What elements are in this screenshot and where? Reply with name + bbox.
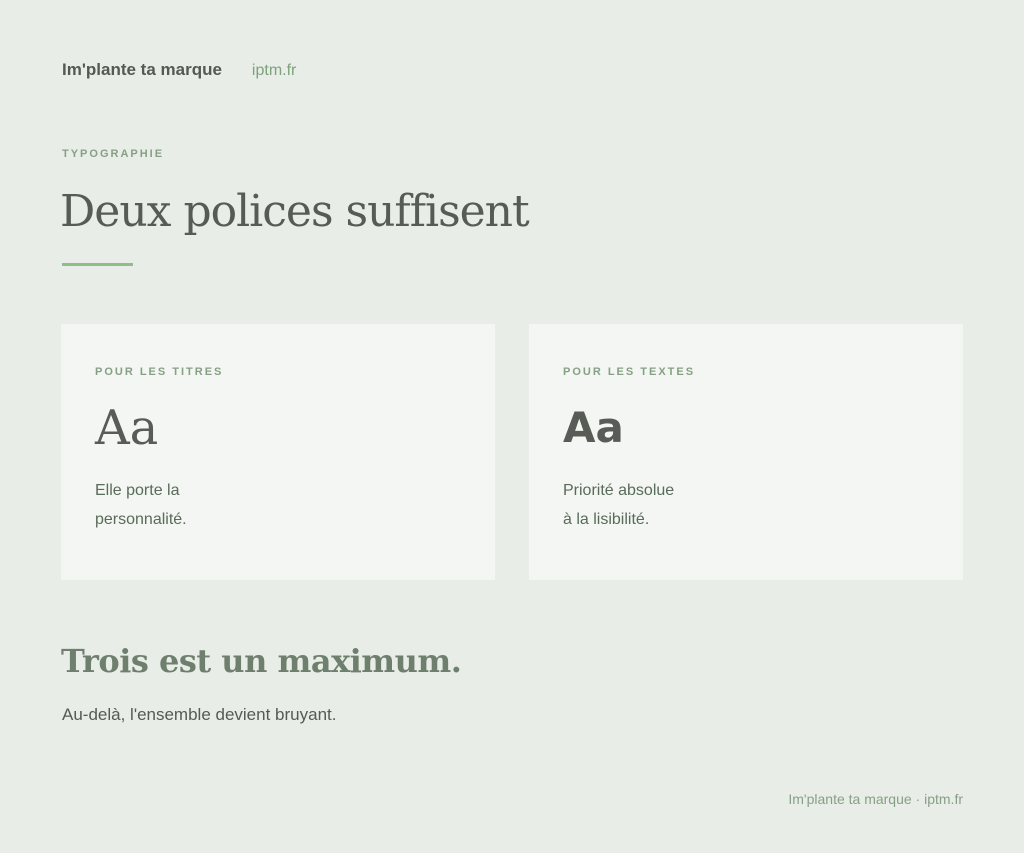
brand-name: Im'plante ta marque xyxy=(62,60,222,79)
card-description-line: Priorité absolue xyxy=(563,482,675,499)
card-description-line: personnalité. xyxy=(95,511,187,528)
card-description-line: Elle porte la xyxy=(95,482,180,499)
card-description: Priorité absolue à la lisibilité. xyxy=(563,476,723,534)
card-texts-font: POUR LES TEXTES Aa Priorité absolue à la… xyxy=(529,324,963,580)
header: Im'plante ta marque iptm.fr xyxy=(62,60,296,80)
closing-headline: Trois est un maximum. xyxy=(61,642,462,680)
accent-divider xyxy=(62,263,133,266)
font-sample-sans: Aa xyxy=(563,403,624,452)
card-titles-font: POUR LES TITRES Aa Elle porte la personn… xyxy=(61,324,495,580)
section-eyebrow: TYPOGRAPHIE xyxy=(62,148,165,160)
card-description-line: à la lisibilité. xyxy=(563,511,650,528)
font-sample-serif: Aa xyxy=(95,400,159,456)
card-label: POUR LES TITRES xyxy=(95,366,224,378)
card-label: POUR LES TEXTES xyxy=(563,366,696,378)
site-link[interactable]: iptm.fr xyxy=(252,62,296,80)
closing-text: Au-delà, l'ensemble devient bruyant. xyxy=(62,705,337,724)
footer-credit: Im'plante ta marque · iptm.fr xyxy=(788,791,963,807)
card-description: Elle porte la personnalité. xyxy=(95,476,255,534)
page-title: Deux polices suffisent xyxy=(60,186,530,237)
